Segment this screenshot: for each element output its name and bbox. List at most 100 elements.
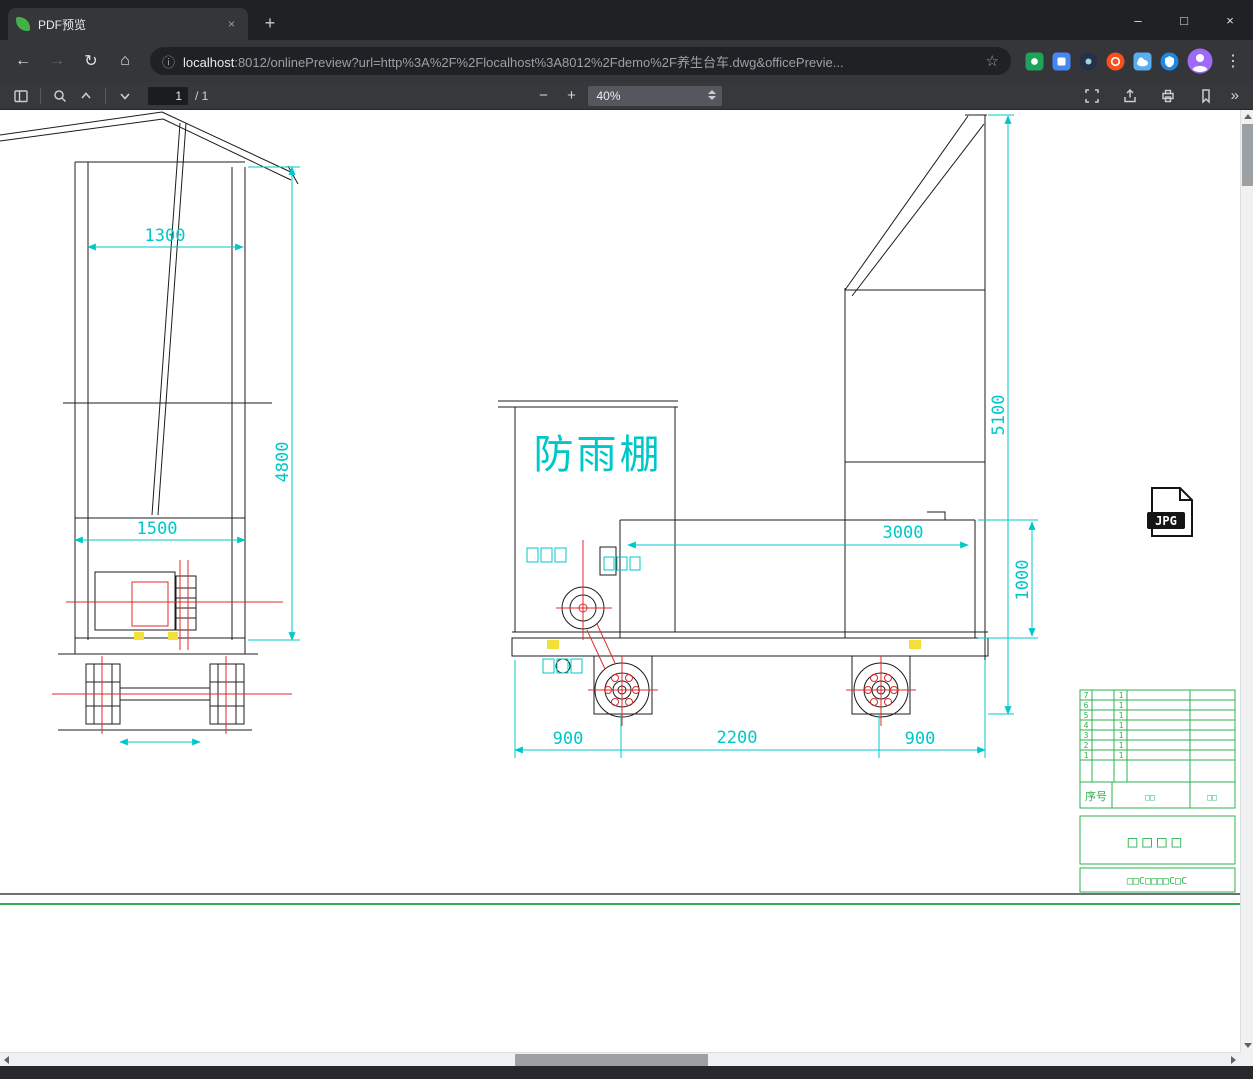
home-icon[interactable]: ⌂ — [110, 46, 140, 76]
row-qty: 1 — [1119, 721, 1124, 730]
previous-page-icon[interactable] — [73, 85, 99, 107]
reload-icon[interactable]: ↻ — [76, 46, 106, 76]
row-qty: 1 — [1119, 731, 1124, 740]
dim-1000: 1000 — [1013, 560, 1033, 601]
window-titlebar: PDF预览 × + – □ × — [0, 0, 1253, 40]
page-count-label: / 1 — [195, 88, 209, 103]
select-caret-icon — [707, 89, 716, 100]
print-icon[interactable] — [1155, 85, 1181, 107]
zoom-level-value: 40% — [596, 88, 621, 103]
extension-3-icon[interactable] — [1079, 52, 1098, 71]
extension-2-icon[interactable] — [1052, 52, 1071, 71]
url-text: localhost:8012/onlinePreview?url=http%3A… — [183, 52, 978, 71]
vertical-scroll-thumb[interactable] — [1242, 124, 1253, 186]
pdf-page: 1300 4800 1500 3000 1000 5100 900 2200 9… — [0, 110, 1240, 1052]
row-num: 1 — [1084, 751, 1089, 760]
browser-tab[interactable]: PDF预览 × — [8, 8, 248, 40]
open-file-icon[interactable] — [1117, 85, 1143, 107]
bookmark-icon[interactable] — [1193, 85, 1219, 107]
search-icon[interactable] — [47, 85, 73, 107]
presentation-mode-icon[interactable] — [1079, 85, 1105, 107]
toolbar-divider — [105, 87, 106, 104]
tab-title: PDF预览 — [38, 17, 87, 32]
extension-1-icon[interactable] — [1025, 52, 1044, 71]
address-bar[interactable]: ⓘ localhost:8012/onlinePreview?url=http%… — [150, 47, 1011, 75]
titleblock-footer: □□C□□□□C□C — [1127, 876, 1187, 887]
dim-2200: 2200 — [717, 728, 758, 748]
zoom-controls: − + 40% — [532, 85, 722, 107]
left-view — [0, 111, 299, 731]
next-page-icon[interactable] — [112, 85, 138, 107]
canopy-label: 防雨棚 — [534, 432, 663, 478]
minimize-button[interactable]: – — [1115, 0, 1161, 40]
forward-icon[interactable]: → — [42, 46, 72, 76]
row-num: 6 — [1084, 701, 1089, 710]
profile-avatar[interactable] — [1187, 48, 1213, 74]
site-info-icon[interactable]: ⓘ — [162, 52, 175, 71]
titleblock-header-small-2: □□ — [1207, 793, 1217, 802]
window-bottom-edge — [0, 1066, 1253, 1079]
row-num: 5 — [1084, 711, 1089, 720]
scroll-right-arrow[interactable] — [1227, 1053, 1240, 1066]
toolbar-divider — [40, 87, 41, 104]
dim-1500: 1500 — [137, 519, 178, 539]
row-qty: 1 — [1119, 711, 1124, 720]
row-qty: 1 — [1119, 741, 1124, 750]
cad-drawing: 1300 4800 1500 3000 1000 5100 900 2200 9… — [0, 111, 1240, 905]
maximize-button[interactable]: □ — [1161, 0, 1207, 40]
title-block — [0, 689, 1240, 905]
centerlines — [52, 540, 916, 734]
scroll-down-arrow[interactable] — [1241, 1039, 1253, 1052]
pdf-toolbar: / 1 − + 40% » — [0, 82, 1253, 110]
dim-4800: 4800 — [273, 442, 293, 483]
extensions-area — [1025, 48, 1213, 74]
row-num: 2 — [1084, 741, 1089, 750]
dimension-labels: 1300 4800 1500 3000 1000 5100 900 2200 9… — [137, 226, 1033, 749]
dim-900-left: 900 — [553, 729, 584, 749]
structure-lines — [0, 111, 1240, 895]
dim-1300: 1300 — [145, 226, 186, 246]
browser-menu-icon[interactable]: ⋮ — [1219, 47, 1247, 75]
zoom-in-button[interactable]: + — [560, 85, 584, 107]
extension-5-icon[interactable] — [1133, 52, 1152, 71]
scrollbar-corner — [1240, 1052, 1253, 1066]
side-view — [498, 114, 989, 718]
scroll-up-arrow[interactable] — [1241, 110, 1253, 123]
titleblock-header: 序号 — [1085, 789, 1107, 803]
url-host: localhost — [183, 54, 235, 70]
jpg-label: JPG — [1155, 514, 1177, 528]
bookmark-star-icon[interactable]: ☆ — [986, 52, 999, 70]
titleblock-header-small-1: □□ — [1145, 793, 1155, 802]
titleblock-name: □□□□ — [1128, 832, 1187, 851]
sidebar-toggle-icon[interactable] — [8, 85, 34, 107]
row-qty: 1 — [1119, 691, 1124, 700]
scroll-left-arrow[interactable] — [0, 1053, 13, 1066]
tab-favicon-icon — [16, 17, 30, 31]
row-qty: 1 — [1119, 701, 1124, 710]
horizontal-scroll-thumb[interactable] — [515, 1054, 708, 1066]
close-button[interactable]: × — [1207, 0, 1253, 40]
new-tab-button[interactable]: + — [258, 12, 282, 36]
jpg-file-icon: JPG — [1147, 487, 1193, 537]
page-number-input[interactable] — [148, 86, 188, 105]
back-icon[interactable]: ← — [8, 46, 38, 76]
dim-3000: 3000 — [883, 523, 924, 543]
row-qty: 1 — [1119, 751, 1124, 760]
dim-5100: 5100 — [989, 395, 1009, 436]
row-num: 3 — [1084, 731, 1089, 740]
pdf-toolbar-right: » — [1079, 85, 1239, 107]
extension-6-icon[interactable] — [1160, 52, 1179, 71]
horizontal-scrollbar[interactable] — [0, 1052, 1240, 1066]
extension-4-icon[interactable] — [1106, 52, 1125, 71]
window-controls: – □ × — [1115, 0, 1253, 40]
row-num: 4 — [1084, 721, 1089, 730]
url-path: :8012/onlinePreview?url=http%3A%2F%2Floc… — [234, 54, 844, 70]
dim-900-right: 900 — [905, 729, 936, 749]
zoom-level-select[interactable]: 40% — [587, 85, 722, 106]
browser-toolbar: ← → ↻ ⌂ ⓘ localhost:8012/onlinePreview?u… — [0, 40, 1253, 82]
tab-close-icon[interactable]: × — [223, 16, 240, 33]
vertical-scrollbar[interactable] — [1240, 110, 1253, 1052]
more-tools-button[interactable]: » — [1231, 87, 1239, 104]
zoom-out-button[interactable]: − — [532, 85, 556, 107]
row-num: 7 — [1084, 691, 1089, 700]
